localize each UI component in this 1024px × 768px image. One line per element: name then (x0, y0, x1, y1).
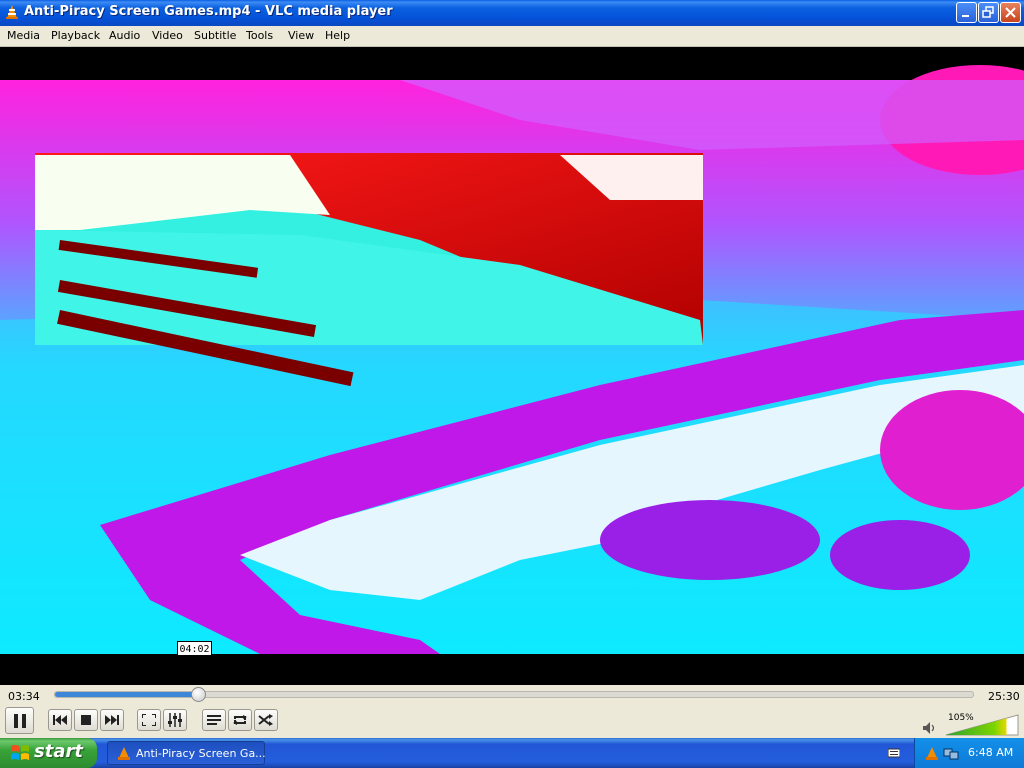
system-tray: 6:48 AM (914, 738, 1024, 768)
start-label: start (34, 741, 83, 762)
menu-video[interactable]: Video (152, 29, 183, 42)
video-output[interactable] (0, 47, 1024, 685)
minimize-button[interactable] (956, 2, 977, 23)
loop-button[interactable] (228, 709, 252, 731)
stop-icon (81, 715, 91, 725)
window-title: Anti-Piracy Screen Games.mp4 - VLC media… (24, 4, 393, 19)
elapsed-time: 03:34 (8, 690, 40, 703)
restore-button[interactable] (978, 2, 999, 23)
menu-bar: Media Playback Audio Video Subtitle Tool… (0, 26, 1024, 47)
network-icon[interactable] (943, 745, 959, 761)
keyboard-icon[interactable] (888, 748, 900, 758)
controls-panel: 03:34 25:30 105% (0, 685, 1024, 738)
seek-handle[interactable] (191, 687, 207, 702)
playlist-button[interactable] (202, 709, 226, 731)
shuffle-icon (258, 714, 273, 726)
clock: 6:48 AM (968, 746, 1014, 759)
taskbar: start Anti-Piracy Screen Ga... 6:48 AM (0, 738, 1024, 768)
seek-slider[interactable] (54, 687, 974, 702)
title-bar: Anti-Piracy Screen Games.mp4 - VLC media… (0, 0, 1024, 26)
previous-icon (53, 715, 67, 725)
next-icon (105, 715, 119, 725)
menu-subtitle[interactable]: Subtitle (194, 29, 236, 42)
taskbar-item-label: Anti-Piracy Screen Ga... (136, 747, 266, 760)
close-icon (1005, 7, 1016, 18)
menu-media[interactable]: Media (7, 29, 40, 42)
vlc-cone-icon (118, 747, 130, 760)
start-button[interactable]: start (0, 738, 97, 768)
speaker-icon[interactable] (922, 721, 936, 735)
video-frame (0, 47, 1024, 685)
minimize-icon (962, 15, 969, 17)
previous-button[interactable] (48, 709, 72, 731)
pause-button[interactable] (5, 707, 34, 734)
menu-playback[interactable]: Playback (51, 29, 100, 42)
seek-progress (55, 692, 199, 697)
stop-button[interactable] (74, 709, 98, 731)
windows-flag-icon (11, 745, 29, 760)
seek-time-tooltip: 04:02 (177, 641, 212, 661)
extended-settings-button[interactable] (163, 709, 187, 731)
shuffle-button[interactable] (254, 709, 278, 731)
pause-icon (13, 713, 26, 728)
menu-help[interactable]: Help (325, 29, 350, 42)
next-button[interactable] (100, 709, 124, 731)
fullscreen-icon (142, 714, 156, 726)
loop-icon (233, 715, 247, 725)
vlc-tray-icon[interactable] (925, 746, 939, 760)
volume-slider[interactable] (945, 713, 1021, 737)
close-button[interactable] (1000, 2, 1021, 23)
menu-view[interactable]: View (288, 29, 314, 42)
equalizer-icon (168, 713, 182, 727)
taskbar-item-vlc[interactable]: Anti-Piracy Screen Ga... (107, 741, 266, 765)
fullscreen-button[interactable] (137, 709, 161, 731)
playlist-icon (207, 715, 221, 725)
menu-tools[interactable]: Tools (246, 29, 273, 42)
vlc-cone-icon (6, 5, 18, 19)
total-time: 25:30 (988, 690, 1020, 703)
restore-icon (982, 6, 994, 18)
menu-audio[interactable]: Audio (109, 29, 140, 42)
